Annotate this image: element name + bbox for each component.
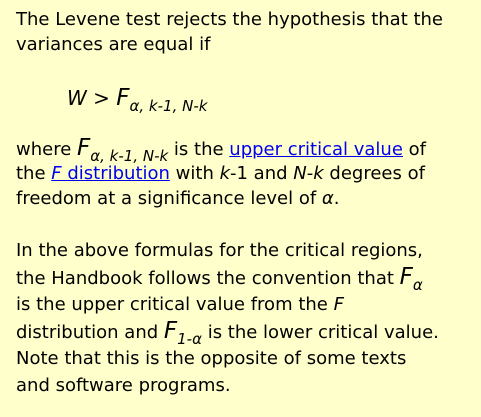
where-alpha: α <box>321 188 334 209</box>
convention-f: F <box>333 294 344 315</box>
f-distribution-link-f: F <box>51 163 62 184</box>
convention-line-2: the Handbook follows the convention that… <box>16 264 439 294</box>
where-of: of <box>402 139 426 160</box>
intro-line-1: The Levene test rejects the hypothesis t… <box>16 9 444 30</box>
where-f: F <box>77 135 91 161</box>
where-n: N <box>293 163 307 184</box>
convention-line-4-text: distribution and <box>16 322 164 343</box>
convention-paragraph: In the above formulas for the critical r… <box>16 237 439 399</box>
rejection-formula: W > Fα, k-1, N-k <box>67 84 207 114</box>
convention-alpha-subscript: α <box>412 276 423 294</box>
where-k: k <box>219 163 231 184</box>
convention-line-5: Note that this is the opposite of some t… <box>16 348 407 369</box>
convention-line-1: In the above formulas for the critical r… <box>16 240 423 261</box>
intro-paragraph: The Levene test rejects the hypothesis t… <box>16 7 443 57</box>
formula-f: F <box>116 85 130 111</box>
where-k-2: k <box>313 163 324 184</box>
where-the: the <box>16 163 52 184</box>
where-minus-one-and: -1 and <box>230 163 294 184</box>
where-word: where <box>16 139 78 160</box>
where-is-the: is the <box>168 139 230 160</box>
where-degrees-of: degrees of <box>323 163 425 184</box>
where-line-3: freedom at a significance level of α. <box>16 186 426 211</box>
where-freedom-text: freedom at a significance level of <box>16 188 322 209</box>
convention-line-2-text: the Handbook follows the convention that <box>16 268 400 289</box>
intro-line-2: variances are equal if <box>16 34 211 55</box>
convention-line-3-text: is the upper critical value from the <box>16 294 334 315</box>
convention-line-6: and software programs. <box>16 375 231 396</box>
where-line-1: where Fα, k-1, N-k is the upper critical… <box>16 135 426 164</box>
convention-line-4: distribution and F1-α is the lower criti… <box>16 318 439 347</box>
content-panel: The Levene test rejects the hypothesis t… <box>0 0 481 417</box>
f-distribution-link-text: distribution <box>61 163 170 184</box>
convention-line-4-rest: is the lower critical value. <box>201 322 439 343</box>
upper-critical-value-link[interactable]: upper critical value <box>229 139 403 160</box>
formula-operator: > <box>86 86 117 110</box>
where-period: . <box>333 188 340 209</box>
where-line-2: the F distribution with k-1 and N-k degr… <box>16 161 426 186</box>
convention-f-lower: F <box>163 318 178 344</box>
where-with: with <box>169 163 220 184</box>
formula-subscript: α, k-1, N-k <box>129 97 208 115</box>
where-paragraph: where Fα, k-1, N-k is the upper critical… <box>16 136 426 211</box>
convention-line-3: is the upper critical value from the F <box>16 291 439 318</box>
formula-w: W <box>67 86 87 110</box>
f-distribution-link[interactable]: F distribution <box>51 163 170 184</box>
convention-f-alpha: F <box>399 264 413 290</box>
